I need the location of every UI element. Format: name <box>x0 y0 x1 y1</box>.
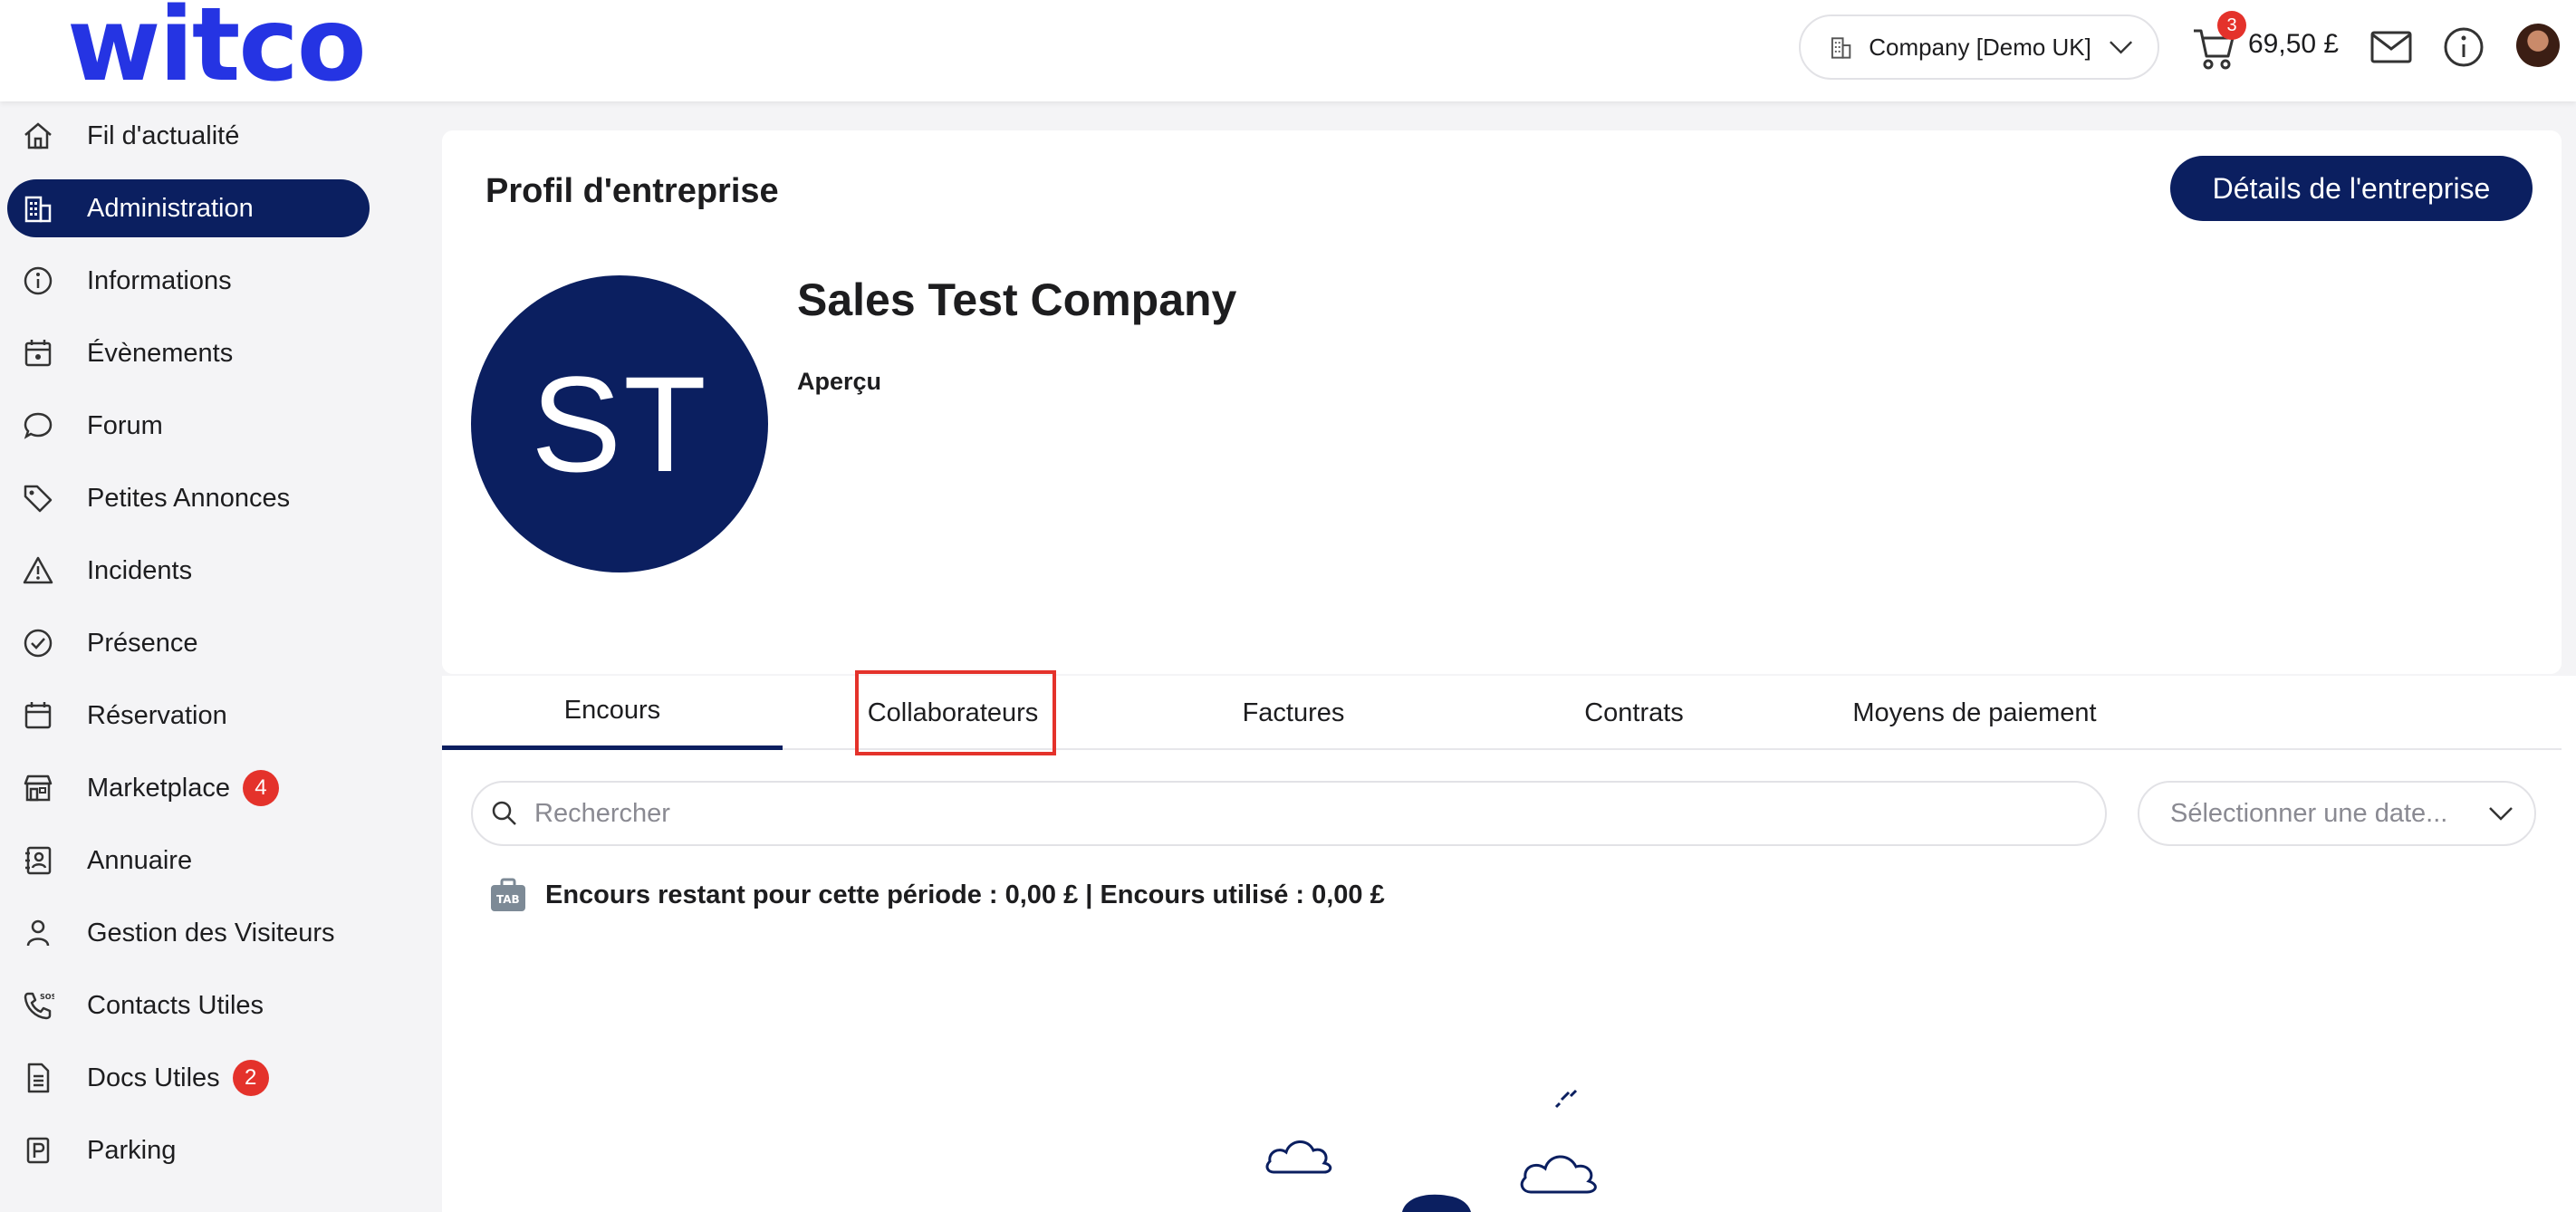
marketplace-count-badge: 4 <box>242 770 279 806</box>
empty-state-illustration <box>1265 1089 1597 1212</box>
docs-count-badge: 2 <box>232 1060 269 1096</box>
tag-icon <box>24 485 53 513</box>
credit-summary-text: Encours restant pour cette période : 0,0… <box>545 880 1385 909</box>
briefcase-icon: TAB <box>491 878 525 911</box>
sidebar-item-label: Marketplace <box>87 773 230 803</box>
sidebar-item-label: Petites Annonces <box>87 483 291 513</box>
sidebar-item-label: Forum <box>87 410 163 440</box>
chevron-down-icon <box>2489 807 2513 821</box>
cart-amount[interactable]: 69,50 £ <box>2248 29 2339 60</box>
sidebar-item-presence[interactable]: Présence <box>7 614 370 672</box>
search-icon <box>492 801 516 825</box>
tab-content-area: Encours Collaborateurs Factures Contrats… <box>442 670 2576 1212</box>
calendar-event-icon <box>24 340 52 367</box>
mail-icon[interactable] <box>2369 27 2413 67</box>
sidebar-item-fil-actualite[interactable]: Fil d'actualité <box>7 107 370 165</box>
page-title: Profil d'entreprise <box>485 172 779 210</box>
sidebar-item-label: Fil d'actualité <box>87 120 240 150</box>
sidebar-item-label: Informations <box>87 265 232 295</box>
sidebar-item-gestion-visiteurs[interactable]: Gestion des Visiteurs <box>7 904 370 962</box>
witco-logo[interactable]: witco <box>67 0 367 96</box>
sidebar-item-evenements[interactable]: Évènements <box>7 324 370 382</box>
tab-factures[interactable]: Factures <box>1123 676 1464 750</box>
building-icon <box>1831 37 1851 59</box>
sidebar-item-label: Réservation <box>87 700 227 730</box>
tab-bar: Encours Collaborateurs Factures Contrats… <box>442 670 2562 755</box>
sidebar-item-label: Annuaire <box>87 845 193 875</box>
home-icon <box>24 122 52 149</box>
warning-icon <box>23 556 53 584</box>
company-profile-card: Profil d'entreprise Détails de l'entrepr… <box>442 130 2562 674</box>
company-details-button[interactable]: Détails de l'entreprise <box>2170 156 2533 221</box>
sidebar-nav: Fil d'actualité Administration Informati… <box>0 101 435 1212</box>
chat-bubble-icon <box>24 412 53 439</box>
chevron-down-icon <box>2109 41 2132 54</box>
phone-sos-icon: SOS <box>24 992 54 1020</box>
sidebar-item-administration[interactable]: Administration <box>7 179 370 237</box>
svg-text:SOS: SOS <box>40 993 54 1001</box>
sidebar-item-marketplace[interactable]: Marketplace 4 <box>7 759 370 817</box>
contact-book-icon <box>25 846 52 875</box>
company-selector[interactable]: Company [Demo UK] <box>1799 14 2159 80</box>
document-icon <box>27 1063 50 1093</box>
sidebar-item-docs-utiles[interactable]: Docs Utiles 2 <box>7 1049 370 1107</box>
sidebar-item-informations[interactable]: Informations <box>7 252 370 310</box>
info-icon[interactable] <box>2442 25 2485 69</box>
sidebar-item-label: Incidents <box>87 555 193 585</box>
building-icon <box>24 196 52 223</box>
svg-text:TAB: TAB <box>496 893 520 906</box>
company-logo: ST <box>471 275 768 572</box>
sidebar-item-label: Gestion des Visiteurs <box>87 918 335 947</box>
credit-summary: TAB Encours restant pour cette période :… <box>489 877 1385 913</box>
tab-moyens-de-paiement[interactable]: Moyens de paiement <box>1804 676 2145 750</box>
sidebar-item-label: Docs Utiles <box>87 1063 220 1092</box>
tab-contrats[interactable]: Contrats <box>1464 676 1804 750</box>
sidebar-item-contacts-utiles[interactable]: SOS Contacts Utiles <box>7 976 370 1034</box>
sidebar-item-label: Administration <box>87 193 254 223</box>
tab-collaborateurs[interactable]: Collaborateurs <box>783 676 1123 750</box>
search-bar[interactable] <box>471 781 2107 846</box>
sidebar-item-annuaire[interactable]: Annuaire <box>7 832 370 890</box>
sidebar-item-label: Parking <box>87 1135 177 1165</box>
date-selector[interactable]: Sélectionner une date... <box>2138 781 2536 846</box>
company-selector-label: Company [Demo UK] <box>1869 33 2091 61</box>
sidebar-item-incidents[interactable]: Incidents <box>7 542 370 600</box>
sidebar-item-label: Contacts Utiles <box>87 990 264 1020</box>
company-name: Sales Test Company <box>797 274 1237 325</box>
calendar-icon <box>24 702 52 729</box>
store-icon <box>24 774 53 802</box>
tab-encours[interactable]: Encours <box>442 676 783 750</box>
check-circle-icon <box>24 629 53 658</box>
user-avatar[interactable] <box>2516 24 2560 67</box>
sidebar-item-parking[interactable]: Parking <box>7 1121 370 1179</box>
cart-count-badge: 3 <box>2217 11 2246 40</box>
overview-label: Aperçu <box>797 368 882 395</box>
parking-icon <box>26 1137 50 1164</box>
sidebar-item-label: Présence <box>87 628 198 658</box>
sidebar-item-petites-annonces[interactable]: Petites Annonces <box>7 469 370 527</box>
info-icon <box>24 266 53 295</box>
top-header: witco Company [Demo UK] 3 69,50 £ <box>0 0 2576 101</box>
sidebar-item-reservation[interactable]: Réservation <box>7 687 370 745</box>
sidebar-item-forum[interactable]: Forum <box>7 397 370 455</box>
person-icon <box>26 919 50 947</box>
date-selector-placeholder: Sélectionner une date... <box>2170 798 2448 828</box>
search-input[interactable] <box>534 798 2105 829</box>
sidebar-item-label: Évènements <box>87 338 234 368</box>
